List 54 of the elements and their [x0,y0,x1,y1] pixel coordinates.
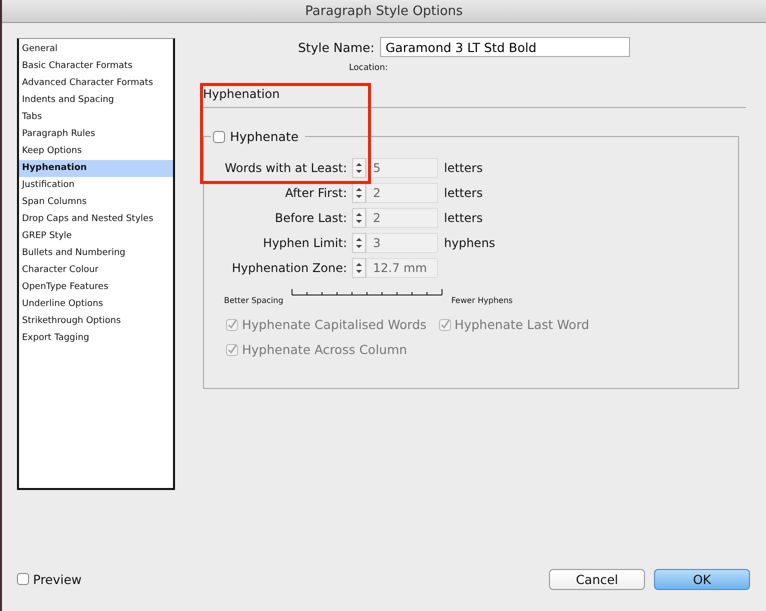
style-name-label: Style Name: [298,40,374,54]
category-item[interactable]: Drop Caps and Nested Styles [19,211,173,228]
stepper[interactable] [352,232,366,252]
style-name-field[interactable]: Garamond 3 LT Std Bold [380,37,630,57]
category-item[interactable]: General [19,41,173,58]
cancel-button[interactable]: Cancel [549,568,645,590]
number-field[interactable]: 2 [366,208,438,228]
category-item[interactable]: Justification [19,177,173,194]
category-item[interactable]: Underline Options [19,296,173,313]
preview-checkbox[interactable] [17,573,29,585]
category-item[interactable]: Basic Character Formats [19,58,173,75]
field-label: Before Last: [274,210,348,224]
category-item[interactable]: Character Colour [19,262,173,279]
unit-label: letters [444,160,483,174]
number-field[interactable]: 3 [366,232,438,252]
stepper[interactable] [352,208,366,228]
stepper[interactable] [352,182,366,202]
category-item[interactable]: Advanced Character Formats [19,75,173,92]
location-label: Location: [349,63,388,73]
slider-min-label: Better Spacing [224,296,284,305]
option-label: Hyphenate Last Word [454,317,590,332]
field-label: Hyphenation Zone: [230,260,348,274]
hyphenate-checkbox[interactable] [213,130,225,142]
category-item[interactable]: Span Columns [19,194,173,211]
category-item[interactable]: Tabs [19,109,173,126]
stepper[interactable] [352,158,366,178]
field-label: Words with at Least: [224,160,348,174]
option-label: Hyphenate Capitalised Words [242,317,427,332]
category-item[interactable]: GREP Style [19,228,173,245]
category-item[interactable]: Keep Options [19,143,173,160]
category-item[interactable]: Hyphenation [19,160,173,177]
category-item[interactable]: Bullets and Numbering [19,245,173,262]
category-item[interactable]: Indents and Spacing [19,92,173,109]
number-field[interactable]: 2 [366,182,438,202]
preview-label: Preview [33,572,82,586]
slider-max-label: Fewer Hyphens [451,296,513,305]
category-item[interactable]: Strikethrough Options [19,313,173,330]
category-item[interactable]: Paragraph Rules [19,126,173,143]
ok-button[interactable]: OK [654,568,750,590]
section-title: Hyphenation [203,87,280,101]
number-field[interactable]: 12.7 mm [366,258,438,278]
option-label: Hyphenate Across Column [242,342,408,357]
category-item[interactable]: Export Tagging [19,330,173,347]
category-item[interactable]: OpenType Features [19,279,173,296]
window-title: Paragraph Style Options [305,4,463,18]
slider-scale[interactable] [291,289,444,297]
hyphenate-label: Hyphenate [230,129,299,144]
number-field[interactable]: 5 [366,158,438,178]
unit-label: letters [444,186,483,200]
unit-label: letters [444,210,483,224]
unit-label: hyphens [444,236,496,250]
field-label: After First: [284,186,348,200]
field-label: Hyphen Limit: [262,236,348,250]
stepper[interactable] [352,258,366,278]
